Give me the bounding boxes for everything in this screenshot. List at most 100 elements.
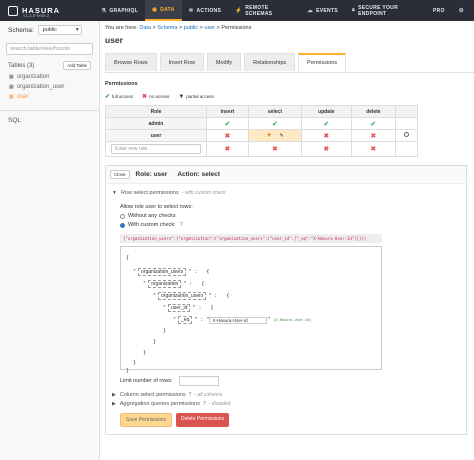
- table-row: Enter new role ✖ ✖ ✖ ✖: [105, 141, 418, 157]
- column-select[interactable]: user_id: [168, 304, 191, 312]
- flask-icon: ⚗: [101, 7, 107, 14]
- save-permissions-button[interactable]: Save Permissions: [120, 413, 173, 427]
- cross-icon: ✖: [224, 146, 231, 153]
- help-icon[interactable]: ?: [180, 222, 183, 228]
- check-icon: ✔: [350, 117, 397, 130]
- cross-icon: ✖: [323, 132, 330, 140]
- help-icon[interactable]: ?: [189, 392, 192, 398]
- breadcrumb-schema[interactable]: Schema: [157, 25, 177, 31]
- sidebar-table-organization-user[interactable]: ▦ organization_user: [0, 82, 99, 92]
- nav-remote-schemas[interactable]: ⚡ REMOTE SCHEMAS: [228, 0, 300, 21]
- filter-icon: ▼: [266, 132, 273, 139]
- perm-cell-user-update[interactable]: ✖: [300, 129, 352, 142]
- table-search-input[interactable]: search table/view/functio: [6, 43, 93, 55]
- close-button[interactable]: Close: [110, 170, 130, 179]
- nav-events[interactable]: ☁ EVENTS: [300, 0, 345, 21]
- tab-permissions[interactable]: Permissions: [298, 53, 347, 71]
- table-row: user ✖ ▼ ✎ ✖ ✖: [105, 129, 418, 142]
- tab-modify[interactable]: Modify: [206, 53, 242, 71]
- breadcrumb-public[interactable]: public: [184, 25, 198, 31]
- version-label: v1.2.0-beta.2: [23, 13, 50, 18]
- limit-label: Limit number of rows:: [120, 378, 173, 384]
- perm-cell-new-insert[interactable]: ✖: [206, 141, 249, 157]
- breadcrumb-permissions: Permissions: [221, 25, 252, 31]
- perm-cell-user-delete[interactable]: ✖: [350, 129, 397, 142]
- table-icon: ▦: [9, 94, 14, 100]
- lock-icon: 🔒︎: [351, 7, 356, 13]
- table-tabs: Browse Rows Insert Row Modify Relationsh…: [105, 53, 474, 73]
- secure-endpoint-link[interactable]: 🔒︎ SECURE YOUR ENDPOINT: [345, 0, 426, 21]
- perm-cell-user-select[interactable]: ▼ ✎: [247, 129, 302, 142]
- col-header-select: select: [247, 105, 302, 118]
- new-role-input[interactable]: Enter new role: [111, 144, 201, 154]
- tab-relationships[interactable]: Relationships: [244, 53, 296, 71]
- caret-right-icon: ▶: [112, 401, 116, 407]
- sidebar-table-user[interactable]: ▦ user: [0, 92, 99, 102]
- hasura-logo[interactable]: HASURA v1.2.0-beta.2: [0, 0, 94, 21]
- caret-right-icon: ▶: [112, 392, 116, 398]
- check-icon: ✔: [105, 94, 111, 100]
- tables-title: Tables (3): [8, 62, 35, 69]
- check-icon: ✔: [300, 117, 352, 130]
- cross-icon: ✖: [224, 132, 231, 140]
- gear-icon: ⚙: [458, 7, 465, 14]
- radio-custom-check[interactable]: With custom check: ?: [106, 222, 466, 228]
- schema-select[interactable]: public ▾: [37, 25, 82, 35]
- perm-cell-new-update[interactable]: ✖: [300, 141, 352, 157]
- row-permissions-toggle[interactable]: ▼ Row select permissions - with custom c…: [106, 190, 466, 196]
- sidebar-table-organization[interactable]: ▦ organization: [0, 72, 99, 82]
- value-input[interactable]: X-Hasura-User-Id: [209, 316, 268, 324]
- page-title: user: [105, 35, 123, 45]
- main-content: You are here: Data > Schema > public > u…: [100, 21, 474, 460]
- database-icon: ◉: [152, 6, 158, 13]
- column-select[interactable]: organization_users: [138, 268, 187, 276]
- boolean-expression-builder: { " organization_users " : { " organization…: [120, 246, 382, 374]
- col-header-update: update: [300, 105, 352, 118]
- column-permissions-toggle[interactable]: ▶ Column select permissions ? - all colu…: [106, 392, 466, 398]
- column-select[interactable]: organization: [148, 280, 182, 288]
- cog-icon: ✲: [188, 7, 194, 14]
- editor-role: Role: user: [135, 171, 168, 178]
- breadcrumb-data[interactable]: Data: [139, 25, 151, 31]
- sidebar: Schema: public ▾ search table/view/funct…: [0, 21, 100, 460]
- nav-data[interactable]: ◉ DATA: [145, 0, 182, 21]
- permissions-heading: Permissions: [105, 81, 138, 87]
- nav-graphiql[interactable]: ⚗ GRAPHIQL: [94, 0, 145, 21]
- perm-cell-new-delete[interactable]: ✖: [350, 141, 397, 157]
- col-header-insert: insert: [206, 105, 249, 118]
- col-header-delete: delete: [350, 105, 397, 118]
- cross-icon: ✖: [271, 146, 278, 153]
- sidebar-sql-link[interactable]: SQL: [0, 110, 99, 130]
- tab-browse-rows[interactable]: Browse Rows: [105, 53, 157, 71]
- bulk-select-radio[interactable]: [404, 132, 409, 137]
- delete-permissions-button[interactable]: Delete Permissions: [176, 413, 230, 427]
- operator-select[interactable]: _eq: [178, 316, 193, 324]
- allow-text: Allow role user to select rows:: [120, 204, 193, 210]
- radio-without-checks[interactable]: Without any checks: [106, 213, 466, 219]
- permissions-table: Role insert select update delete admin ✔…: [105, 105, 418, 157]
- perm-cell-new-select[interactable]: ✖: [247, 141, 302, 157]
- breadcrumb: You are here: Data > Schema > public > u…: [105, 25, 252, 31]
- cloud-icon: ☁: [307, 7, 314, 14]
- nav-actions[interactable]: ✲ ACTIONS: [182, 0, 229, 21]
- session-variable-hint[interactable]: [X-Hasura-User-Id]: [273, 318, 311, 322]
- permissions-legend: ✔ full access ✖ no access ▼ partial access: [105, 93, 214, 101]
- permission-editor: Close Role: user Action: select ▼ Row se…: [105, 165, 467, 435]
- settings-link[interactable]: ⚙: [452, 0, 474, 21]
- aggregation-permissions-toggle[interactable]: ▶ Aggregation queries permissions ? - di…: [106, 401, 466, 407]
- editor-action: Action: select: [177, 171, 220, 178]
- perm-cell-user-insert[interactable]: ✖: [206, 129, 249, 142]
- help-icon[interactable]: ?: [203, 401, 206, 407]
- table-row: admin ✔ ✔ ✔ ✔: [105, 117, 418, 130]
- col-header-role: Role: [105, 105, 207, 118]
- breadcrumb-user[interactable]: user: [204, 25, 215, 31]
- tab-insert-row[interactable]: Insert Row: [159, 53, 204, 71]
- schema-label: Schema:: [8, 26, 34, 34]
- top-navbar: HASURA v1.2.0-beta.2 ⚗ GRAPHIQL ◉ DATA ✲…: [0, 0, 474, 21]
- cross-icon: ✖: [142, 94, 148, 100]
- limit-rows-input[interactable]: [178, 376, 219, 386]
- add-table-button[interactable]: Add Table: [63, 61, 91, 70]
- custom-check-json[interactable]: {"organization_users":{"organization":{"…: [120, 234, 382, 243]
- column-select[interactable]: organization_users: [158, 292, 207, 300]
- pro-link[interactable]: PRO: [426, 0, 452, 21]
